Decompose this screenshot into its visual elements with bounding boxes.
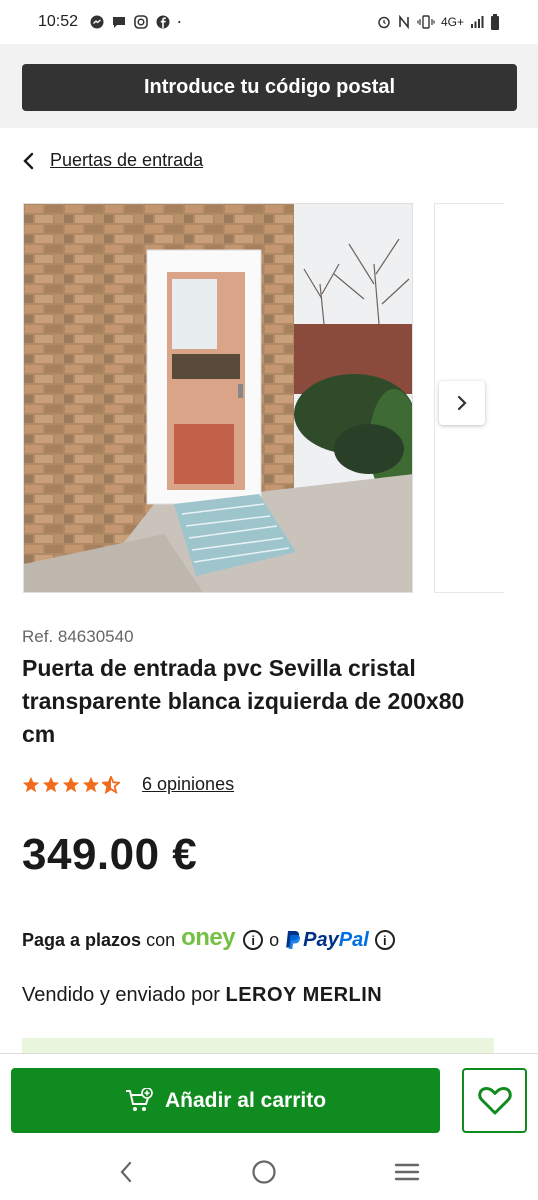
- paypal-pal: Pal: [338, 928, 369, 951]
- recent-apps-icon[interactable]: [394, 1161, 420, 1183]
- add-to-cart-button[interactable]: Añadir al carrito: [11, 1068, 440, 1133]
- star-icon: [82, 776, 100, 792]
- breadcrumb[interactable]: Puertas de entrada: [22, 150, 203, 171]
- action-bar: Añadir al carrito: [0, 1053, 538, 1143]
- product-ref: Ref. 84630540: [22, 627, 134, 646]
- system-nav-bar: [0, 1143, 538, 1200]
- rating-stars: [22, 775, 120, 794]
- heart-icon: [477, 1086, 512, 1114]
- messenger-icon: [90, 15, 104, 29]
- paypal-icon: [286, 931, 301, 949]
- star-icon: [22, 776, 40, 792]
- status-time: 10:52: [38, 13, 79, 30]
- product-title: Puerta de entrada pvc Sevilla cristal tr…: [22, 655, 465, 747]
- reviews-link[interactable]: 6 opiniones: [142, 774, 234, 795]
- payment-options: Paga a plazos con oney i o PayPal i: [22, 924, 395, 956]
- seller-name: LEROY MERLIN: [225, 984, 383, 1006]
- paypal-logo: PayPal: [285, 929, 369, 952]
- oney-logo: oney: [181, 924, 236, 951]
- star-icon: [62, 776, 80, 792]
- facebook-icon: [156, 15, 170, 29]
- paypal-pay: Pay: [303, 928, 339, 951]
- oney-info-icon[interactable]: i: [243, 930, 264, 950]
- chevron-left-icon: [23, 152, 34, 169]
- cart-add-icon: [125, 1087, 153, 1111]
- door-photo: [24, 204, 412, 592]
- network-label: 4G+: [440, 15, 464, 29]
- nfc-icon: [399, 15, 409, 29]
- paypal-info-icon[interactable]: i: [374, 930, 395, 950]
- con-label: con: [146, 929, 176, 950]
- favorite-button[interactable]: [462, 1068, 527, 1133]
- add-to-cart-label: Añadir al carrito: [164, 1088, 327, 1112]
- seller-info: Vendido y enviado por LEROY MERLIN: [22, 984, 382, 1007]
- seller-prefix: Vendido y enviado por: [22, 984, 220, 1006]
- instagram-icon: [134, 15, 148, 29]
- status-bar: 10:52 4G+: [0, 0, 538, 44]
- alarm-icon: [378, 16, 390, 29]
- postal-code-button[interactable]: Introduce tu código postal: [22, 64, 517, 111]
- dot-icon: [178, 20, 181, 24]
- star-icon: [42, 776, 60, 792]
- installments-label: Paga a plazos: [22, 929, 142, 950]
- rating: 6 opiniones: [22, 774, 234, 795]
- vibrate-icon: [417, 15, 435, 29]
- star-half-icon: [102, 775, 120, 794]
- product-image[interactable]: [23, 203, 413, 593]
- next-image-button[interactable]: [439, 381, 485, 425]
- breadcrumb-link[interactable]: Puertas de entrada: [50, 150, 203, 171]
- or-label: o: [269, 929, 280, 950]
- product-price: 349.00 €: [22, 830, 198, 879]
- signal-icon: [471, 16, 484, 28]
- battery-icon: [491, 14, 499, 30]
- home-icon[interactable]: [251, 1159, 277, 1185]
- chat-icon: [113, 17, 126, 28]
- chevron-right-icon: [457, 395, 467, 411]
- back-icon[interactable]: [118, 1160, 134, 1184]
